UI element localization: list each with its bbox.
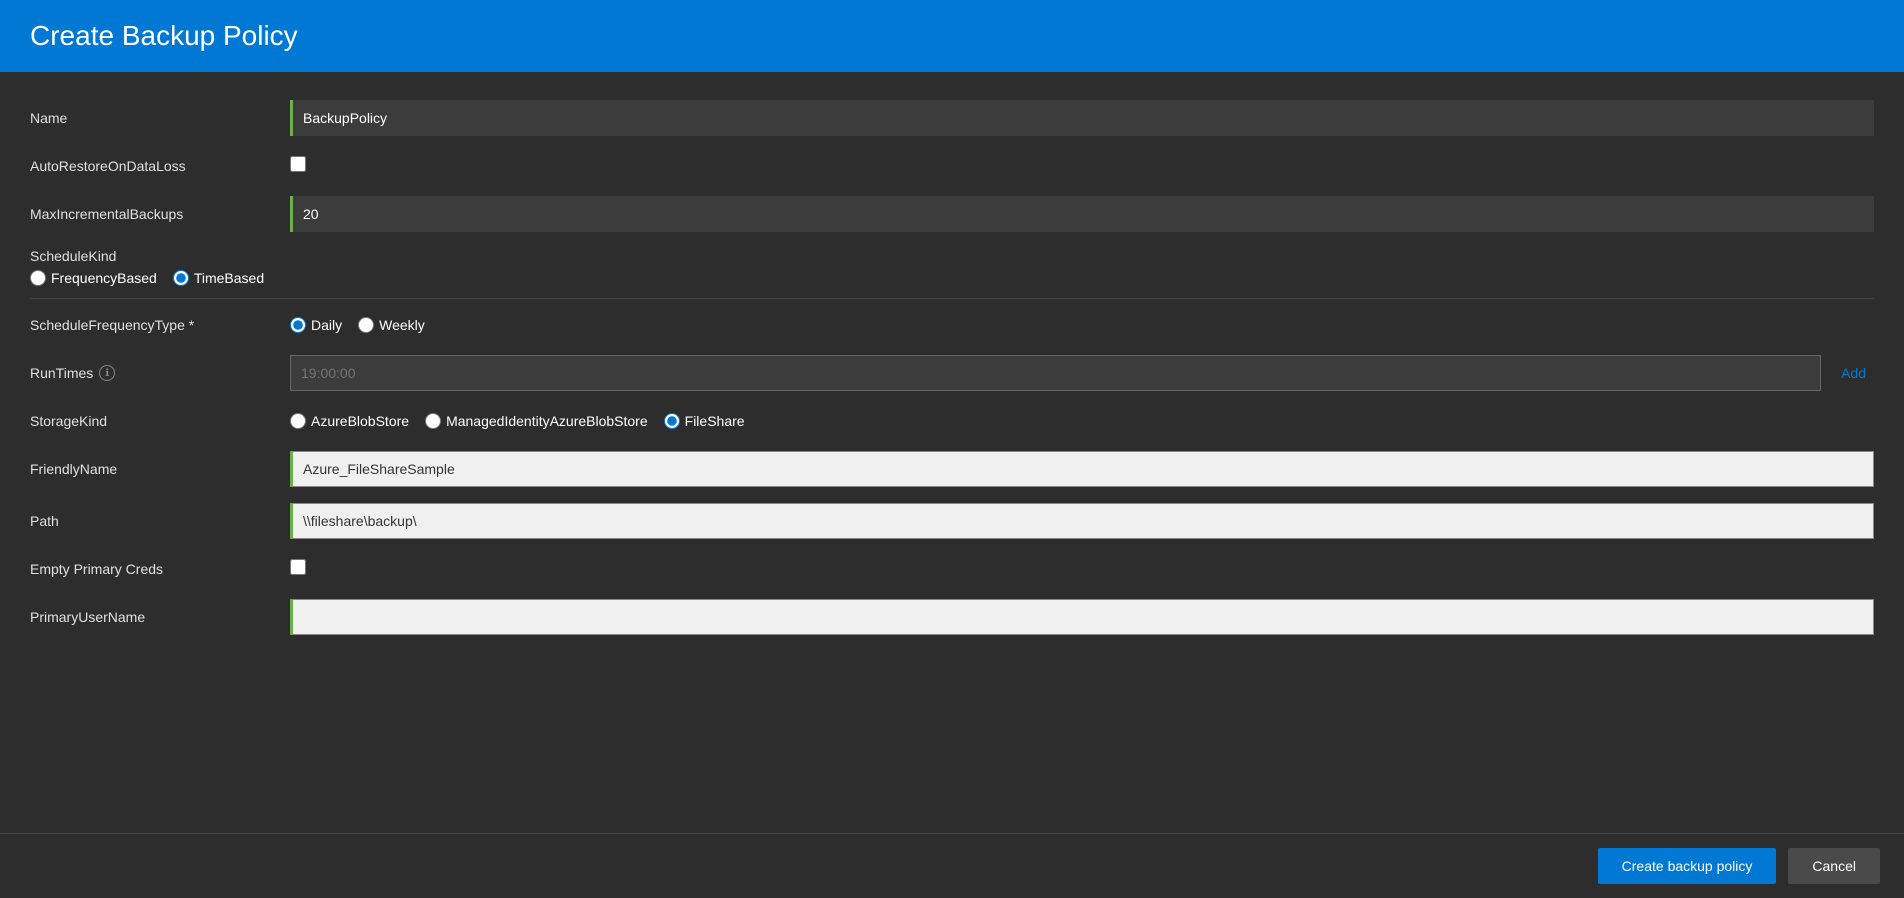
max-incremental-row: MaxIncrementalBackups bbox=[30, 188, 1874, 240]
azure-blob-label: AzureBlobStore bbox=[311, 413, 409, 429]
managed-identity-option[interactable]: ManagedIdentityAzureBlobStore bbox=[425, 413, 648, 429]
schedule-frequency-control: Daily Weekly bbox=[290, 317, 1874, 333]
auto-restore-label: AutoRestoreOnDataLoss bbox=[30, 158, 290, 174]
azure-blob-radio[interactable] bbox=[290, 413, 306, 429]
name-input[interactable] bbox=[290, 100, 1874, 136]
file-share-radio[interactable] bbox=[664, 413, 680, 429]
auto-restore-control bbox=[290, 156, 1874, 177]
runtimes-label: RunTimes ℹ bbox=[30, 365, 290, 381]
primary-username-label: PrimaryUserName bbox=[30, 609, 290, 625]
empty-primary-creds-row: Empty Primary Creds bbox=[30, 547, 1874, 591]
weekly-label: Weekly bbox=[379, 317, 425, 333]
friendly-name-input[interactable] bbox=[290, 451, 1874, 487]
max-incremental-control bbox=[290, 196, 1874, 232]
time-based-label: TimeBased bbox=[194, 270, 264, 286]
empty-primary-creds-checkbox[interactable] bbox=[290, 559, 306, 575]
storage-kind-control: AzureBlobStore ManagedIdentityAzureBlobS… bbox=[290, 413, 1874, 429]
frequency-based-label: FrequencyBased bbox=[51, 270, 157, 286]
storage-kind-label: StorageKind bbox=[30, 413, 290, 429]
runtimes-info-icon[interactable]: ℹ bbox=[99, 365, 115, 381]
runtimes-row: RunTimes ℹ Add bbox=[30, 347, 1874, 399]
schedule-frequency-radio-group: Daily Weekly bbox=[290, 317, 1874, 333]
azure-blob-option[interactable]: AzureBlobStore bbox=[290, 413, 409, 429]
friendly-name-control bbox=[290, 451, 1874, 487]
max-incremental-input[interactable] bbox=[290, 196, 1874, 232]
primary-username-control bbox=[290, 599, 1874, 635]
runtimes-input-row: Add bbox=[290, 355, 1874, 391]
managed-identity-radio[interactable] bbox=[425, 413, 441, 429]
path-row: Path bbox=[30, 495, 1874, 547]
path-control bbox=[290, 503, 1874, 539]
schedule-kind-radio-group: FrequencyBased TimeBased bbox=[30, 270, 1874, 286]
weekly-radio[interactable] bbox=[358, 317, 374, 333]
max-incremental-label: MaxIncrementalBackups bbox=[30, 206, 290, 222]
file-share-option[interactable]: FileShare bbox=[664, 413, 745, 429]
primary-username-row: PrimaryUserName bbox=[30, 591, 1874, 643]
managed-identity-label: ManagedIdentityAzureBlobStore bbox=[446, 413, 648, 429]
friendly-name-row: FriendlyName bbox=[30, 443, 1874, 495]
schedule-frequency-row: ScheduleFrequencyType * Daily Weekly bbox=[30, 303, 1874, 347]
cancel-button[interactable]: Cancel bbox=[1788, 848, 1880, 884]
add-runtime-button[interactable]: Add bbox=[1833, 361, 1874, 385]
daily-radio[interactable] bbox=[290, 317, 306, 333]
friendly-name-label: FriendlyName bbox=[30, 461, 290, 477]
primary-username-input[interactable] bbox=[290, 599, 1874, 635]
name-row: Name bbox=[30, 92, 1874, 144]
storage-kind-row: StorageKind AzureBlobStore ManagedIdenti… bbox=[30, 399, 1874, 443]
create-backup-policy-button[interactable]: Create backup policy bbox=[1598, 848, 1777, 884]
runtimes-control: Add bbox=[290, 355, 1874, 391]
time-based-radio[interactable] bbox=[173, 270, 189, 286]
name-control bbox=[290, 100, 1874, 136]
empty-primary-creds-control bbox=[290, 559, 1874, 580]
name-label: Name bbox=[30, 110, 290, 126]
empty-primary-creds-label: Empty Primary Creds bbox=[30, 561, 290, 577]
page-header: Create Backup Policy bbox=[0, 0, 1904, 72]
time-based-option[interactable]: TimeBased bbox=[173, 270, 264, 286]
file-share-label: FileShare bbox=[685, 413, 745, 429]
schedule-kind-label: ScheduleKind bbox=[30, 248, 1874, 264]
form-container: Name AutoRestoreOnDataLoss MaxIncrementa… bbox=[0, 72, 1904, 833]
daily-option[interactable]: Daily bbox=[290, 317, 342, 333]
frequency-based-option[interactable]: FrequencyBased bbox=[30, 270, 157, 286]
divider-1 bbox=[30, 298, 1874, 299]
weekly-option[interactable]: Weekly bbox=[358, 317, 425, 333]
frequency-based-radio[interactable] bbox=[30, 270, 46, 286]
daily-label: Daily bbox=[311, 317, 342, 333]
auto-restore-row: AutoRestoreOnDataLoss bbox=[30, 144, 1874, 188]
path-input[interactable] bbox=[290, 503, 1874, 539]
storage-kind-radio-group: AzureBlobStore ManagedIdentityAzureBlobS… bbox=[290, 413, 1874, 429]
schedule-kind-section: ScheduleKind FrequencyBased TimeBased bbox=[30, 240, 1874, 294]
auto-restore-checkbox[interactable] bbox=[290, 156, 306, 172]
path-label: Path bbox=[30, 513, 290, 529]
page-title: Create Backup Policy bbox=[30, 20, 1874, 52]
runtimes-input[interactable] bbox=[290, 355, 1821, 391]
schedule-frequency-label: ScheduleFrequencyType * bbox=[30, 317, 290, 333]
footer: Create backup policy Cancel bbox=[0, 833, 1904, 898]
